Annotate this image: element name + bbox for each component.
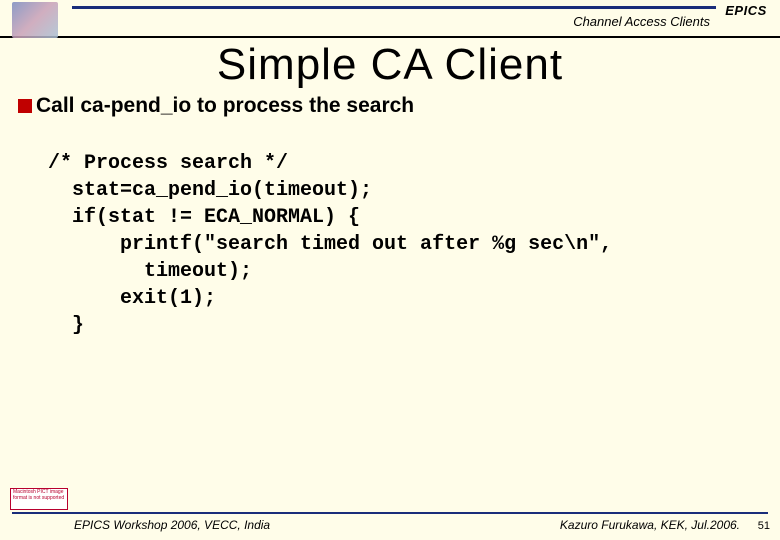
emblem-image [12,2,58,38]
epics-logo: EPICS [720,3,772,20]
footer-right: Kazuro Furukawa, KEK, Jul.2006. [560,518,740,532]
header-accent-line [72,6,716,9]
code-block: /* Process search */ stat=ca_pend_io(tim… [48,150,612,339]
epics-logo-text: EPICS [720,3,772,18]
slide-title: Simple CA Client [0,40,780,90]
header-bar: Channel Access Clients EPICS [0,0,780,38]
missing-image-placeholder: Macintosh PICT image format is not suppo… [10,488,68,510]
epics-logo-boxes [720,18,772,20]
footer-left: EPICS Workshop 2006, VECC, India [74,518,270,532]
bullet-row: Call ca-pend_io to process the search [18,94,414,118]
footer-line [12,512,768,514]
page-number: 51 [758,520,770,532]
bullet-text: Call ca-pend_io to process the search [36,94,414,118]
header-category: Channel Access Clients [573,14,710,29]
bullet-icon [18,99,32,113]
